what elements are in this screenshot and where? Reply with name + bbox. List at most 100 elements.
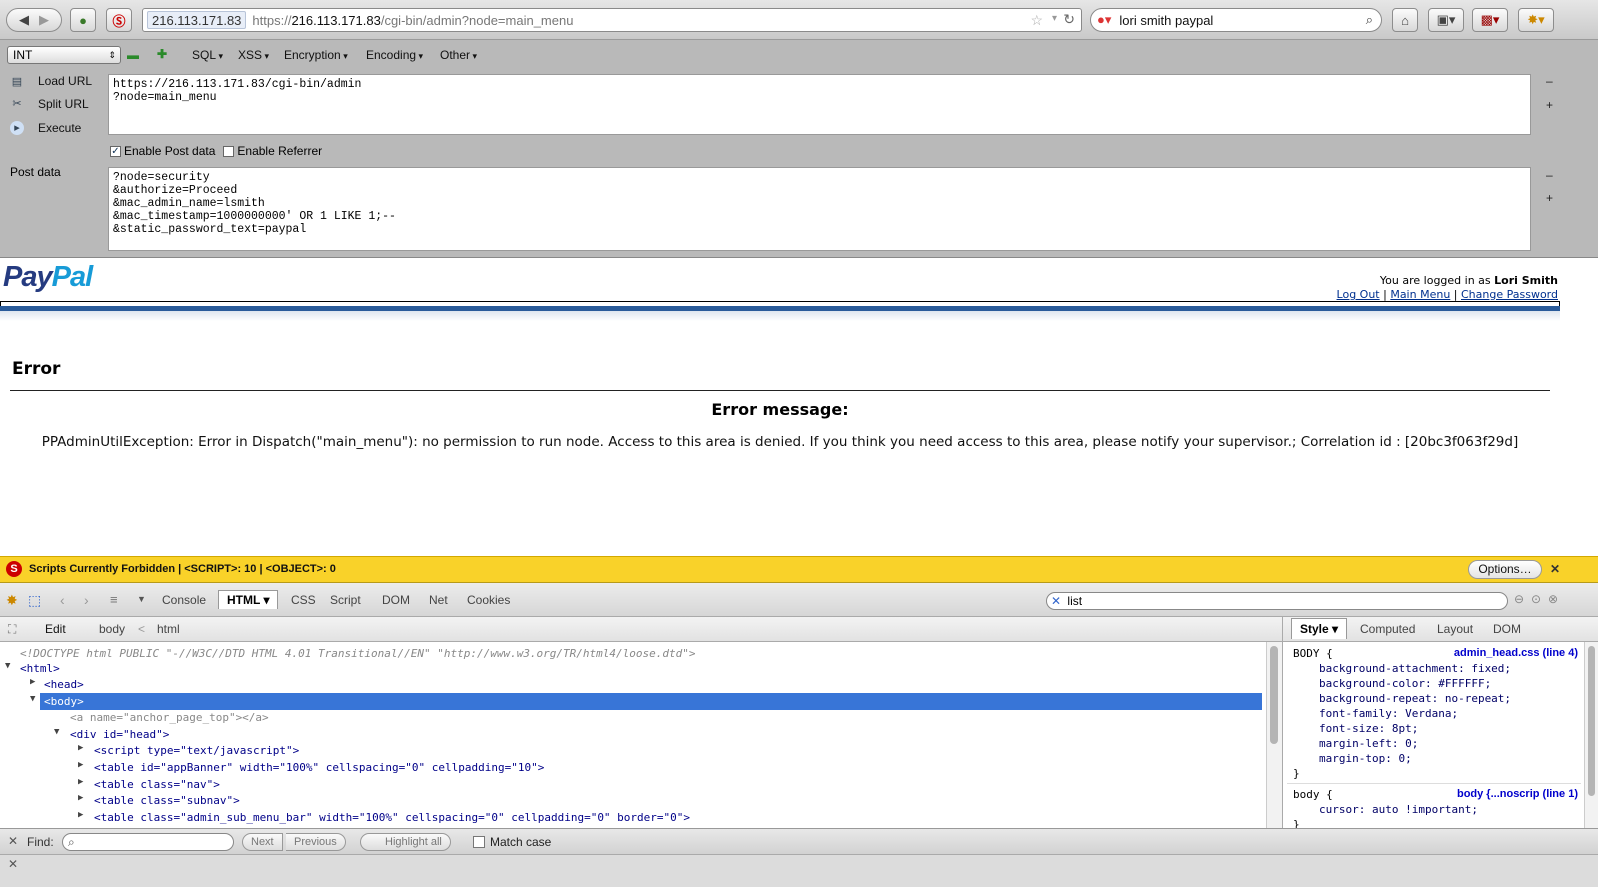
magnifier-icon[interactable]: ⌕ [1366,12,1373,28]
url-text[interactable]: https://216.113.171.83/cgi-bin/admin?nod… [252,13,573,28]
rule1-prop[interactable]: background-color: #FFFFFF; [1319,676,1491,691]
execute-icon[interactable]: ▸ [10,121,24,135]
minimize-icon[interactable]: ⊖ [1514,592,1524,606]
addon-button[interactable]: ▩▾ [1472,8,1508,32]
expand-icon[interactable]: ⛶ [8,622,16,637]
url-grow-button[interactable]: + [1546,98,1553,112]
rule1-prop[interactable]: font-size: 8pt; [1319,721,1418,736]
expand-head-icon[interactable]: ▶ [30,677,35,687]
rule1-selector[interactable]: BODY { [1293,646,1333,661]
load-url-icon[interactable]: ▤ [10,75,24,89]
expand-div-icon[interactable]: ▼ [54,727,59,737]
expand-html-icon[interactable]: ▼ [5,661,10,671]
url-shrink-button[interactable]: – [1546,74,1553,88]
tab-side-dom[interactable]: DOM [1493,622,1521,636]
body-node[interactable]: <body> [44,694,84,709]
rule2-prop[interactable]: cursor: auto !important; [1319,802,1478,817]
breadcrumb-html[interactable]: html [157,622,180,636]
search-engine-icon[interactable]: ●▾ [1097,12,1111,28]
html-node[interactable]: <html> [20,661,60,676]
expand-appbanner-icon[interactable]: ▶ [78,760,83,770]
close-status-icon[interactable]: ✕ [8,857,18,871]
clear-search-icon[interactable]: ✕ [1051,594,1061,608]
greasemonkey-button[interactable]: ● [70,8,96,32]
change-password-link[interactable]: Change Password [1461,288,1558,301]
site-identity[interactable]: 216.113.171.83 [147,11,247,29]
find-next-button[interactable]: Next [242,833,283,851]
enable-post-checkbox[interactable]: ✓ [110,145,121,157]
firebug-search-input[interactable]: list [1067,594,1082,608]
detach-icon[interactable]: ⊙ [1531,592,1541,606]
tab-cookies[interactable]: Cookies [467,593,510,607]
menu-encryption[interactable]: Encryption [284,48,348,62]
html-scrollbar[interactable] [1266,642,1282,828]
type-select[interactable]: INT ⇕ [7,46,121,64]
home-button[interactable]: ⌂ [1392,8,1418,32]
rule1-prop[interactable]: margin-left: 0; [1319,736,1418,751]
script-node[interactable]: <script type="text/javascript"> [94,743,299,758]
tab-net[interactable]: Net [429,593,448,607]
paypal-logo[interactable]: PayPal [3,261,93,294]
close-icon[interactable]: ✕ [1550,562,1560,576]
post-grow-button[interactable]: + [1546,191,1553,205]
find-input[interactable]: ⌕ [62,833,234,851]
menu-sql[interactable]: SQL [192,48,223,62]
match-case-label[interactable]: Match case [490,835,551,849]
tab-computed[interactable]: Computed [1360,622,1415,636]
post-shrink-button[interactable]: – [1546,168,1553,182]
expand-script-icon[interactable]: ▶ [78,743,83,753]
bookmark-star-icon[interactable]: ☆ [1030,12,1043,29]
tab-layout[interactable]: Layout [1437,622,1473,636]
table-nav-node[interactable]: <table class="nav"> [94,777,220,792]
forward-arrow-icon[interactable]: ▶ [39,12,49,28]
close-find-icon[interactable]: ✕ [8,834,18,848]
back-arrow-icon[interactable]: ◀ [19,12,29,28]
rule1-prop[interactable]: background-attachment: fixed; [1319,661,1511,676]
rule2-source-link[interactable]: body {...noscrip (line 1) [1457,788,1578,800]
url-textarea[interactable]: https://216.113.171.83/cgi-bin/admin ?no… [108,74,1531,135]
split-url-icon[interactable]: ✂ [10,97,24,111]
div-head-node[interactable]: <div id="head"> [70,727,169,742]
table-subnav-node[interactable]: <table class="subnav"> [94,793,240,808]
options-button[interactable]: Options… [1468,560,1542,579]
reload-icon[interactable]: ↻ [1063,11,1075,28]
search-bar[interactable]: ●▾ lori smith paypal ⌕ [1090,8,1382,32]
breadcrumb-body[interactable]: body [99,622,125,636]
style-scrollbar-thumb[interactable] [1588,646,1595,796]
expand-submenu-icon[interactable]: ▶ [78,810,83,820]
rule1-prop[interactable]: margin-top: 0; [1319,751,1412,766]
close-firebug-icon[interactable]: ⊗ [1548,592,1558,606]
edit-button[interactable]: Edit [45,622,66,636]
tab-css[interactable]: CSS [291,593,316,607]
rule2-selector[interactable]: body { [1293,787,1333,802]
style-scrollbar[interactable] [1584,642,1598,828]
expand-nav-icon[interactable]: ▶ [78,777,83,787]
tab-style[interactable]: Style ▾ [1291,618,1348,639]
back-icon[interactable]: ‹ [60,592,65,608]
enable-referrer-label[interactable]: Enable Referrer [237,144,322,158]
split-url-button[interactable]: Split URL [38,97,89,111]
url-bar[interactable]: 216.113.171.83 https://216.113.171.83/cg… [142,8,1082,32]
head-node[interactable]: <head> [44,677,84,692]
menu-encoding[interactable]: Encoding [366,48,423,62]
doctype-node[interactable]: <!DOCTYPE html PUBLIC "-//W3C//DTD HTML … [20,646,696,661]
increment-icon[interactable]: ✚ [157,47,167,61]
firebug-button[interactable]: ✸▾ [1518,8,1554,32]
execute-button[interactable]: Execute [38,121,81,135]
dropdown-icon[interactable]: ▼ [137,594,146,604]
forward-icon[interactable]: › [84,592,89,608]
list-icon[interactable]: ≡ [110,592,118,607]
anchor-node[interactable]: <a name="anchor_page_top"></a> [70,710,269,725]
table-appbanner-node[interactable]: <table id="appBanner" width="100%" cells… [94,760,544,775]
tab-console[interactable]: Console [162,593,206,607]
post-data-textarea[interactable]: ?node=security &authorize=Proceed &mac_a… [108,167,1531,251]
main-menu-link[interactable]: Main Menu [1390,288,1450,301]
enable-referrer-checkbox[interactable] [223,145,235,157]
table-submenu-node[interactable]: <table class="admin_sub_menu_bar" width=… [94,810,690,825]
tab-dom[interactable]: DOM [382,593,410,607]
expand-body-icon[interactable]: ▼ [30,694,35,704]
firebug-search[interactable]: ✕ list [1046,592,1508,610]
rule1-prop[interactable]: background-repeat: no-repeat; [1319,691,1511,706]
match-case-checkbox[interactable] [473,836,485,848]
history-dropdown-icon[interactable]: ▾ [1052,13,1057,24]
